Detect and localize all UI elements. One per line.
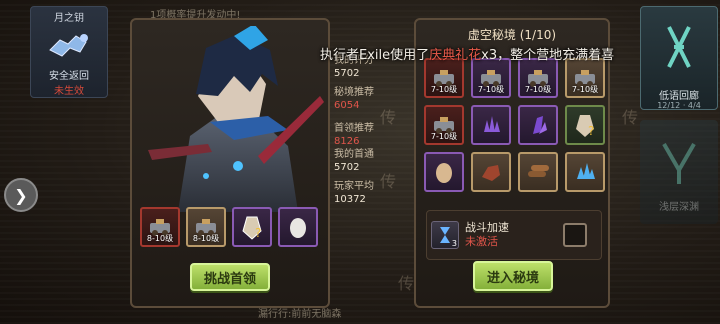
whisper-corridor-card[interactable]: 低语回廊 12/12 · 4/4 (640, 6, 718, 110)
enter-realm-button[interactable]: 进入秘境 (473, 261, 553, 291)
faded-text: 传 (380, 172, 397, 191)
my-first-label: 我的首通 (334, 149, 374, 160)
key-icon (49, 34, 88, 57)
reward-slot[interactable] (565, 152, 605, 192)
blue-crystal-icon (577, 163, 595, 179)
reward-grid: 7-10级 7-10级 7-10级 7-10级 7-10级 ? (424, 58, 605, 192)
recommend-label: 秘境推荐 (334, 87, 374, 98)
chevron-left-icon: ❯ (14, 185, 28, 205)
notice-item: 庆典礼花 (429, 48, 482, 63)
reward-slot[interactable] (424, 152, 464, 192)
wood-logs-icon (528, 165, 549, 177)
loot-slot[interactable]: ? (232, 207, 272, 247)
card-name: 浅层深渊 (659, 202, 699, 213)
egg-icon (436, 163, 452, 183)
challenge-boss-button[interactable]: 挑战首领 (190, 263, 270, 291)
boost-label: 战斗加速 (465, 221, 509, 234)
reward-slot[interactable] (518, 105, 558, 145)
notice-suffix: x3，整个营地充满着喜 (481, 48, 615, 63)
boss-panel: 8-10级 8-10级 ? 挑战首领 (130, 18, 330, 308)
nav-left-button[interactable]: ❯ (4, 178, 38, 212)
rune-icon (662, 143, 696, 184)
void-realm-title: 虚空秘境 (1/10) (467, 28, 557, 42)
hide-icon (482, 165, 500, 181)
my-score-value: 5702 (334, 68, 360, 79)
reward-slot[interactable] (518, 152, 558, 192)
battle-boost-row: 3 战斗加速 未激活 (426, 210, 602, 260)
loot-level: 8-10级 (192, 234, 220, 243)
purple-shard-icon (533, 116, 547, 134)
crystal-unknown-icon: ? (242, 216, 262, 240)
card-meta: 12/12 · 4/4 (657, 101, 701, 110)
reward-slot[interactable]: 7-10级 (424, 105, 464, 145)
loot-row: 8-10级 8-10级 ? (140, 207, 318, 247)
reward-level: 7-10级 (477, 85, 505, 94)
card-name: 低语回廊 (659, 91, 699, 102)
purple-crystal-icon (484, 116, 500, 132)
loot-slot[interactable]: 8-10级 (186, 207, 226, 247)
loot-level: 8-10级 (146, 234, 174, 243)
shallow-abyss-card[interactable]: 浅层深渊 (640, 120, 718, 224)
reward-slot[interactable]: 7-10级 (471, 58, 511, 98)
boost-count: 3 (451, 239, 457, 248)
safe-return-status: 未生效 (54, 86, 84, 97)
faded-text: 传 (622, 108, 639, 127)
reward-slot[interactable] (471, 152, 511, 192)
player-avg-value: 10372 (334, 194, 366, 205)
reward-level: 7-10级 (430, 85, 458, 94)
reward-level: 7-10级 (571, 85, 599, 94)
reward-slot[interactable]: 7-10级 (424, 58, 464, 98)
reward-level: 7-10级 (430, 132, 458, 141)
reward-slot[interactable]: 7-10级 (518, 58, 558, 98)
reward-level: 7-10级 (524, 85, 552, 94)
footer-text: 漏行行:前前无脑森 (258, 309, 342, 320)
boost-status: 未激活 (465, 235, 498, 248)
safe-return-label: 安全返回 (49, 71, 89, 82)
svg-text:?: ? (255, 226, 261, 240)
svg-text:?: ? (588, 124, 594, 138)
boss-recommend-value: 8126 (334, 136, 360, 147)
reward-slot[interactable]: ? (565, 105, 605, 145)
loot-slot[interactable] (278, 207, 318, 247)
hourglass-icon: 3 (431, 221, 459, 249)
game-screen: 1项概率提升发动中! 月之钥 安全返回 未生效 ❯ 8-10级 8-10级 ? … (0, 0, 720, 324)
reward-slot[interactable] (471, 105, 511, 145)
hero-portrait (148, 26, 324, 212)
chat-notice: 执行者Exile使用了庆典礼花x3，整个营地充满着喜 (320, 44, 614, 63)
loot-slot[interactable]: 8-10级 (140, 207, 180, 247)
crystal-unknown-icon: ? (576, 115, 594, 138)
boost-checkbox[interactable] (563, 223, 587, 247)
notice-prefix: 执行者Exile使用了 (320, 48, 430, 63)
faded-text: 传 (398, 274, 415, 293)
faded-text: 传 (380, 108, 397, 127)
moon-key-title: 月之钥 (54, 13, 84, 24)
reward-slot[interactable]: 7-10级 (565, 58, 605, 98)
moon-key-card[interactable]: 月之钥 安全返回 未生效 (30, 6, 108, 98)
rune-icon (667, 26, 691, 68)
egg-icon (290, 218, 306, 238)
